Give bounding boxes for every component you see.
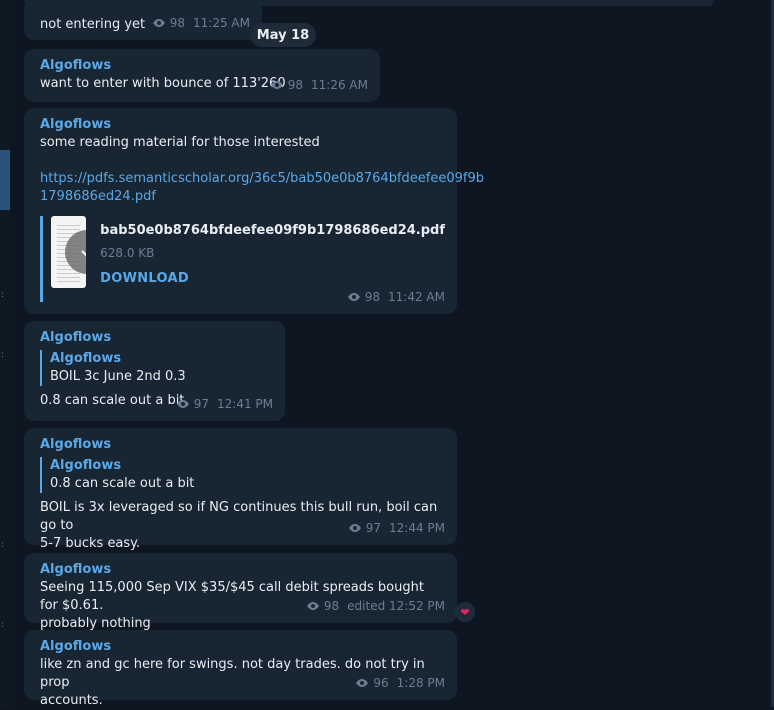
scroll-marker: : — [1, 620, 5, 630]
message-bubble[interactable]: Algoflows Seeing 115,000 Sep VIX $35/$45… — [24, 553, 457, 631]
message-author[interactable]: Algoflows — [40, 436, 445, 454]
quote-author: Algoflows — [50, 351, 122, 366]
message-bubble[interactable]: Algoflows Algoflows 0.8 can scale out a … — [24, 428, 457, 551]
pdf-thumbnail[interactable] — [51, 216, 87, 288]
message-bubble[interactable]: Algoflows want to enter with bounce of 1… — [24, 49, 380, 102]
message-author[interactable]: Algoflows — [40, 116, 445, 134]
scroll-marker: : — [1, 290, 5, 300]
view-count: 98 — [323, 599, 340, 613]
message-meta: 96 1:28 PM — [355, 674, 445, 692]
view-count: 97 — [365, 521, 381, 535]
views-icon — [176, 400, 189, 408]
message-author[interactable]: Algoflows — [40, 638, 445, 656]
scroll-marker: : — [1, 350, 5, 360]
message-text-line: accounts. — [40, 693, 103, 708]
message-author[interactable]: Algoflows — [40, 329, 273, 347]
reply-quote[interactable]: Algoflows 0.8 can scale out a bit — [40, 457, 445, 493]
views-icon — [152, 19, 165, 27]
view-count: 98 — [364, 290, 381, 304]
message-time: 11:42 AM — [388, 290, 445, 304]
message-bubble[interactable]: Algoflows like zn and gc here for swings… — [24, 630, 457, 708]
message-meta: 97 12:44 PM — [348, 519, 445, 537]
heart-icon[interactable]: ❤ — [455, 602, 475, 622]
view-count: 98 — [169, 16, 186, 30]
view-count: 98 — [287, 78, 304, 92]
message-time: 12:41 PM — [217, 397, 273, 411]
quote-author: Algoflows — [50, 458, 122, 473]
message-meta: 98 11:25 AM — [152, 14, 250, 32]
view-count: 96 — [373, 676, 389, 690]
message-text: some reading material for those interest… — [40, 135, 320, 150]
message-text-line: 5-7 bucks easy. — [40, 536, 141, 551]
quote-text: BOIL 3c June 2nd 0.3 — [50, 369, 186, 384]
date-separator: May 18 — [250, 23, 316, 47]
reply-quote[interactable]: Algoflows BOIL 3c June 2nd 0.3 — [40, 350, 273, 386]
message-time: edited 12:52 PM — [347, 599, 445, 613]
download-button[interactable]: DOWNLOAD — [100, 270, 445, 288]
file-size: 628.0 KB — [100, 246, 155, 260]
chat-list-edge: : : : : — [0, 0, 10, 707]
message-meta: 98 11:42 AM — [347, 288, 445, 306]
message-meta: 98 edited 12:52 PM — [306, 597, 445, 615]
views-icon — [270, 81, 283, 89]
link-line[interactable]: https://pdfs.semanticscholar.org/36c5/ba… — [40, 170, 484, 188]
view-count: 97 — [193, 397, 209, 411]
message-author[interactable]: Algoflows — [40, 57, 368, 75]
message-author[interactable]: Algoflows — [40, 561, 445, 579]
message-bubble[interactable]: Algoflows some reading material for thos… — [24, 108, 484, 314]
message-meta: 98 11:26 AM — [270, 76, 368, 94]
message-meta: 97 12:41 PM — [176, 395, 273, 413]
message-time: 1:28 PM — [396, 676, 445, 690]
message-time: 12:44 PM — [389, 521, 445, 535]
message-link[interactable]: https://pdfs.semanticscholar.org/36c5/ba… — [40, 170, 484, 206]
message-bubble[interactable]: Algoflows Algoflows BOIL 3c June 2nd 0.3… — [24, 321, 285, 421]
views-icon — [306, 602, 319, 610]
file-name: bab50e0b8764bfdeefee09f9b1798686ed24.pdf — [100, 223, 445, 238]
scroll-marker: : — [1, 540, 5, 550]
message-time: 11:26 AM — [311, 78, 368, 92]
message-time: 11:25 AM — [193, 16, 250, 30]
link-line[interactable]: 1798686ed24.pdf — [40, 188, 445, 206]
views-icon — [347, 293, 360, 301]
selected-chat-indicator — [0, 150, 10, 210]
views-icon — [348, 524, 361, 532]
views-icon — [356, 679, 369, 687]
message-bubble[interactable]: not entering yet 98 11:25 AM — [24, 0, 262, 40]
quote-text: 0.8 can scale out a bit — [50, 476, 195, 491]
